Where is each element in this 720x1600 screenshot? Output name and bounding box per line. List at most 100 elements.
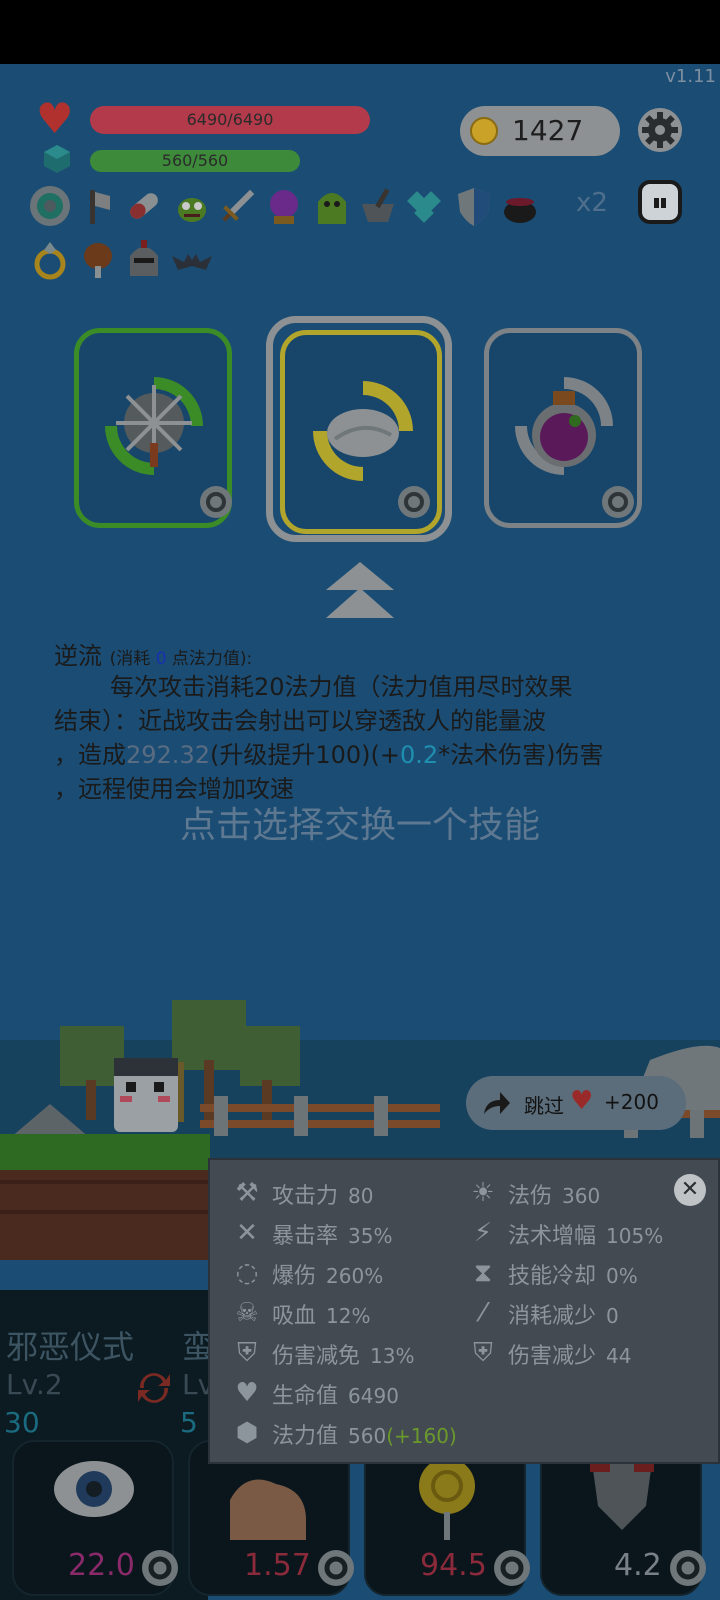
mortar-item-icon[interactable] xyxy=(356,184,400,228)
stat-label: 法术增幅 xyxy=(508,1224,597,1249)
stat-damage-reduction-pct: 伤害减免 13% xyxy=(272,1338,414,1370)
stat-crit-damage: 爆伤 260% xyxy=(272,1258,383,1290)
horned-skull-stat-icon: ☠ xyxy=(235,1298,259,1328)
stat-label: 生命值 xyxy=(272,1384,339,1409)
skill-cost: (消耗 0 点法力值): xyxy=(110,649,253,669)
stat-mp: 法力值 560(+160) xyxy=(272,1418,457,1450)
swap-icon[interactable] xyxy=(396,484,432,520)
stat-attack: 攻击力 80 xyxy=(272,1178,373,1210)
ice-cubes-item-icon[interactable] xyxy=(402,184,446,228)
relic-value: 1.57 xyxy=(244,1548,311,1583)
stat-value: 12% xyxy=(326,1304,371,1328)
stat-label: 消耗减少 xyxy=(508,1304,597,1329)
stat-value: 13% xyxy=(370,1344,415,1368)
stat-spell-amp: 法术增幅 105% xyxy=(508,1218,663,1250)
status-bar xyxy=(0,0,720,64)
relic-value: 94.5 xyxy=(420,1548,487,1583)
stat-label: 伤害减少 xyxy=(508,1344,597,1369)
skill-description: 每次攻击消耗20法力值（法力值用尽时效果 结束）：近战攻击会射出可以穿透敌人的能… xyxy=(54,670,674,806)
bat-item-icon[interactable] xyxy=(170,238,214,282)
stat-label: 吸血 xyxy=(272,1304,317,1329)
damage-value: 292.32 xyxy=(126,741,210,769)
muscle-arm-relic-icon xyxy=(230,1479,306,1540)
stat-value: 105% xyxy=(606,1224,664,1248)
skill-title: 逆流 (消耗 0 点法力值): xyxy=(54,636,252,671)
swap-icon[interactable] xyxy=(668,1548,708,1588)
hp-bar: 6490/6490 xyxy=(90,106,370,134)
stat-value: 80 xyxy=(348,1184,374,1208)
crystal-ball-item-icon[interactable] xyxy=(262,184,306,228)
heart-icon: ♥ xyxy=(570,1086,594,1116)
green-ghost-item-icon[interactable] xyxy=(310,184,354,228)
stat-value: 360 xyxy=(562,1184,601,1208)
magic-wand-stat-icon: ⁄ xyxy=(480,1298,486,1328)
mp-bar: 560/560 xyxy=(90,150,300,172)
desc-line: 结束）：近战攻击会射出可以穿透敌人的能量波 xyxy=(54,707,546,735)
stat-hp: 生命值 6490 xyxy=(272,1378,399,1410)
skip-button[interactable]: 跳过 ♥ +200 xyxy=(466,1076,686,1130)
desc-text: *法术伤害)伤害 xyxy=(438,741,604,769)
stat-label: 暴击率 xyxy=(272,1224,339,1249)
relic-name: 邪恶仪式 xyxy=(6,1328,135,1366)
armor-relic-icon xyxy=(590,1458,654,1530)
meat-item-icon[interactable] xyxy=(76,238,120,282)
swap-icon[interactable] xyxy=(198,484,234,520)
relic-level: Lv.2 xyxy=(6,1368,63,1401)
relic-value: 22.0 xyxy=(68,1548,135,1583)
coin-value: 1427 xyxy=(512,114,584,147)
swap-icon[interactable] xyxy=(600,484,636,520)
stat-bonus: (+160) xyxy=(386,1424,457,1448)
axe-item-icon[interactable] xyxy=(76,184,120,228)
cauldron-item-icon[interactable] xyxy=(498,184,542,228)
eye-orb-item-icon[interactable] xyxy=(28,184,72,228)
item-multiplier: x2 xyxy=(576,188,608,218)
cost-suffix: 点法力值): xyxy=(171,649,253,669)
desc-line: 每次攻击消耗20法力值（法力值用尽时效果 xyxy=(110,673,573,701)
stat-value: 0% xyxy=(606,1264,638,1288)
stat-lifesteal: 吸血 12% xyxy=(272,1298,370,1330)
share-arrow-icon xyxy=(484,1092,510,1114)
backflow-skill-icon xyxy=(313,381,413,481)
swap-icon[interactable] xyxy=(492,1548,532,1588)
pill-item-icon[interactable] xyxy=(122,184,166,228)
stat-label: 爆伤 xyxy=(272,1264,317,1289)
stat-value: 260% xyxy=(326,1264,384,1288)
ghost-menu-icon[interactable] xyxy=(638,180,682,224)
stat-cost-reduction: 消耗减少 0 xyxy=(508,1298,619,1330)
hp-text: 6490/6490 xyxy=(186,110,274,129)
target-ring-stat-icon: ◌ xyxy=(235,1258,259,1288)
shield-item-icon[interactable] xyxy=(452,184,496,228)
relic-value: 4.2 xyxy=(614,1548,662,1583)
crystal-stat-icon: ⬢ xyxy=(235,1418,259,1448)
heart-icon: ♥ xyxy=(36,94,74,143)
sword-item-icon[interactable] xyxy=(216,184,260,228)
coin-counter: 1427 xyxy=(460,106,620,156)
shield-plus-stat-icon: ⛨ xyxy=(237,1338,257,1368)
desc-text: ，造成 xyxy=(54,741,126,769)
skill-name: 逆流 xyxy=(54,642,102,670)
skip-label: 跳过 xyxy=(524,1094,564,1118)
stat-magic-damage: 法伤 360 xyxy=(508,1178,600,1210)
ring-item-icon[interactable] xyxy=(28,238,72,282)
lightning-stat-icon: ⚡ xyxy=(473,1218,493,1248)
stat-value: 35% xyxy=(348,1224,393,1248)
cost-value: 0 xyxy=(155,649,167,669)
swap-icon[interactable] xyxy=(140,1548,180,1588)
green-monster-item-icon[interactable] xyxy=(170,184,214,228)
ratio-value: 0.2 xyxy=(400,741,439,769)
hourglass-stat-icon: ⧗ xyxy=(473,1258,493,1288)
eye-relic-icon xyxy=(54,1461,134,1517)
version-label: v1.11 xyxy=(665,66,716,87)
stat-value: 44 xyxy=(606,1344,632,1368)
potion-skill-icon xyxy=(515,377,613,475)
helmet-item-icon[interactable] xyxy=(122,238,166,282)
mana-crystal-icon xyxy=(44,145,70,173)
close-stats-button[interactable]: ✕ xyxy=(674,1174,706,1206)
swap-icon[interactable] xyxy=(316,1548,356,1588)
axe-stat-icon: ⚒ xyxy=(235,1178,259,1208)
refresh-icon[interactable] xyxy=(134,1368,174,1408)
sun-stat-icon: ☀ xyxy=(471,1178,495,1208)
desc-line: ，造成292.32(升级提升100)(+0.2*法术伤害)伤害 xyxy=(54,738,674,772)
settings-gear-icon[interactable] xyxy=(636,106,684,154)
stat-label: 法伤 xyxy=(508,1184,553,1209)
